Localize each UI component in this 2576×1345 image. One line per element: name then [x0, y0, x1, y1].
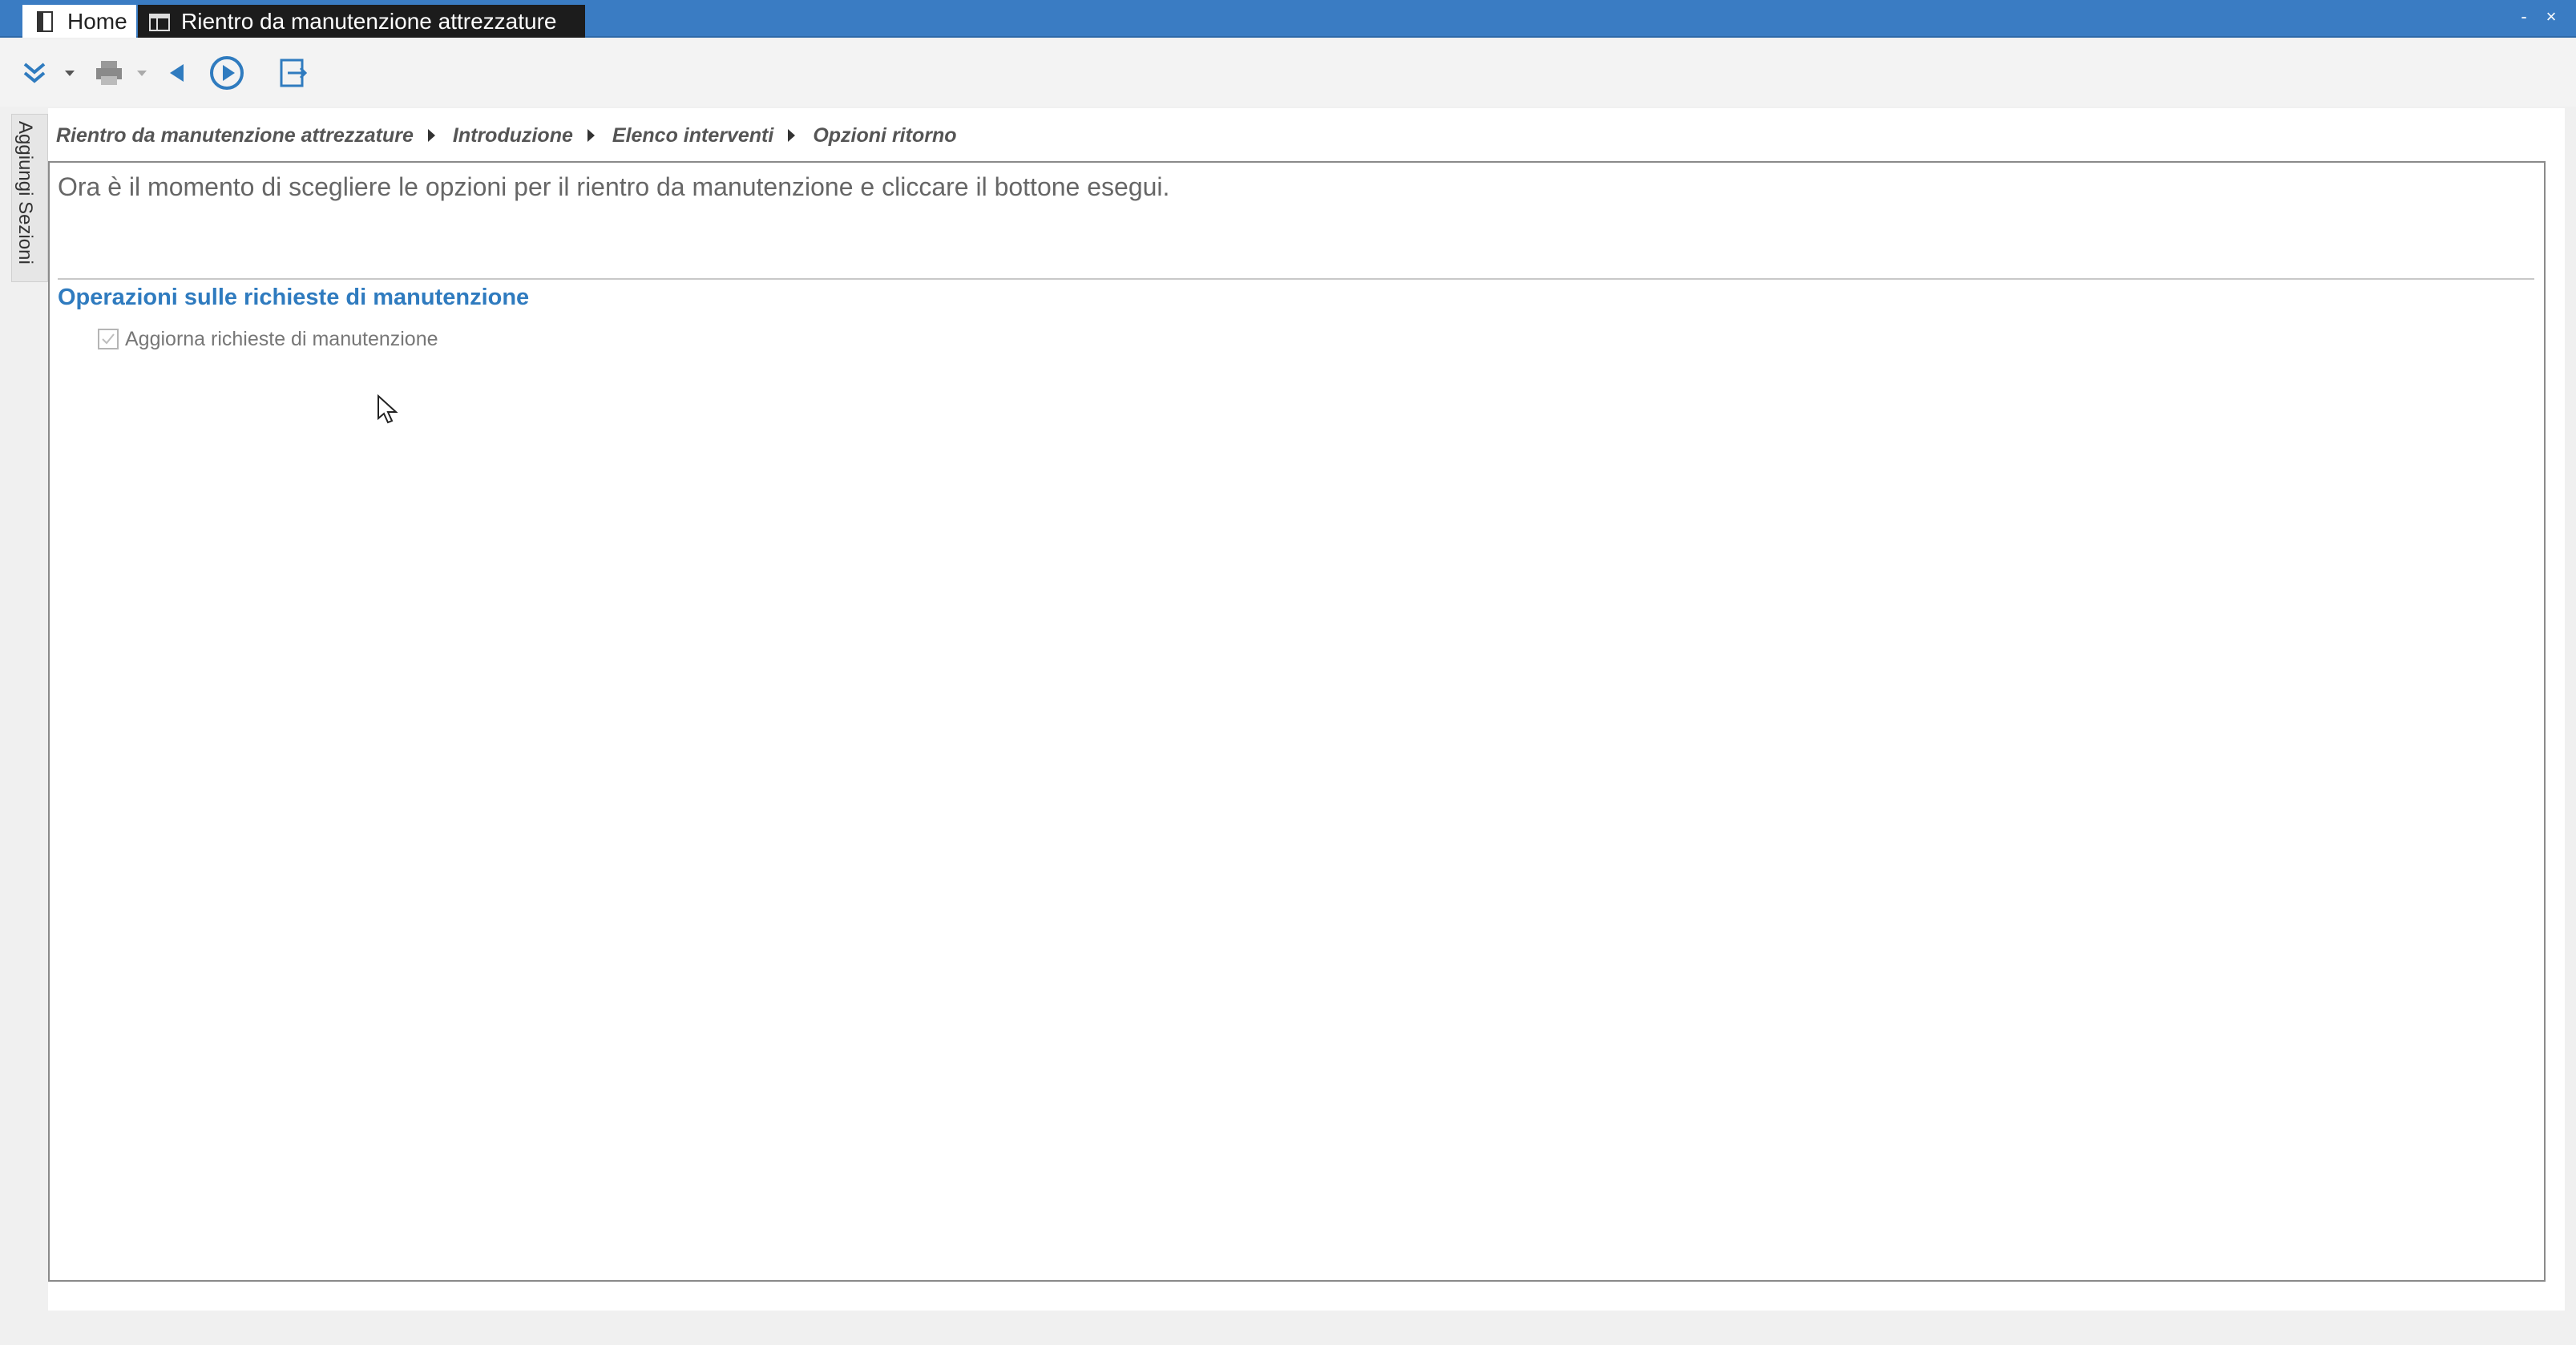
play-icon: [210, 56, 244, 90]
checkbox-label: Aggiorna richieste di manutenzione: [125, 327, 438, 350]
expand-dropdown-caret[interactable]: [64, 68, 75, 79]
close-icon: ×: [2546, 6, 2557, 26]
chevron-down-icon: [137, 71, 147, 76]
print-icon: [96, 61, 122, 85]
breadcrumb-item[interactable]: Rientro da manutenzione attrezzature: [56, 124, 414, 147]
window-icon: [147, 10, 172, 34]
tab-rientro-label: Rientro da manutenzione attrezzature: [181, 8, 557, 34]
update-requests-option[interactable]: Aggiorna richieste di manutenzione: [98, 325, 438, 353]
print-button[interactable]: [91, 50, 127, 95]
breadcrumb: Rientro da manutenzione attrezzature Int…: [56, 119, 956, 151]
minimize-button[interactable]: -: [2513, 6, 2534, 27]
sidetab-label: Aggiungi Sezioni: [14, 121, 36, 265]
expand-button[interactable]: [18, 50, 51, 95]
title-bar: Home Rientro da manutenzione attrezzatur…: [0, 0, 2576, 38]
chevron-down-icon: [65, 71, 75, 76]
tab-rientro[interactable]: Rientro da manutenzione attrezzature: [138, 5, 585, 38]
checkmark-icon: [102, 333, 115, 345]
options-panel: Ora è il momento di scegliere le opzioni…: [48, 161, 2546, 1282]
caret-right-icon: [788, 129, 796, 142]
tab-home[interactable]: Home: [22, 5, 136, 38]
print-dropdown-caret[interactable]: [136, 68, 147, 79]
update-requests-checkbox[interactable]: [98, 329, 119, 349]
status-strip: [48, 1311, 2565, 1343]
breadcrumb-item-current[interactable]: Opzioni ritorno: [813, 124, 956, 147]
mouse-cursor-icon: [378, 394, 398, 424]
back-button[interactable]: [162, 50, 191, 95]
document-icon: [34, 10, 58, 34]
breadcrumb-item[interactable]: Elenco interventi: [612, 124, 773, 147]
tab-home-label: Home: [67, 8, 127, 34]
exit-icon: [280, 59, 308, 87]
close-button[interactable]: ×: [2541, 6, 2562, 27]
minimize-icon: -: [2521, 6, 2527, 26]
caret-right-icon: [427, 129, 435, 142]
add-sections-sidetab[interactable]: Aggiungi Sezioni: [11, 114, 48, 282]
execute-button[interactable]: [207, 50, 247, 95]
toolbar: [0, 39, 2576, 107]
breadcrumb-item[interactable]: Introduzione: [453, 124, 573, 147]
exit-button[interactable]: [274, 50, 311, 95]
section-title: Operazioni sulle richieste di manutenzio…: [58, 285, 530, 310]
intro-text: Ora è il momento di scegliere le opzioni…: [58, 169, 2534, 280]
caret-right-icon: [587, 129, 595, 142]
back-icon: [170, 64, 184, 82]
main-content: Rientro da manutenzione attrezzature Int…: [48, 108, 2565, 1311]
expand-icon: [23, 63, 46, 83]
